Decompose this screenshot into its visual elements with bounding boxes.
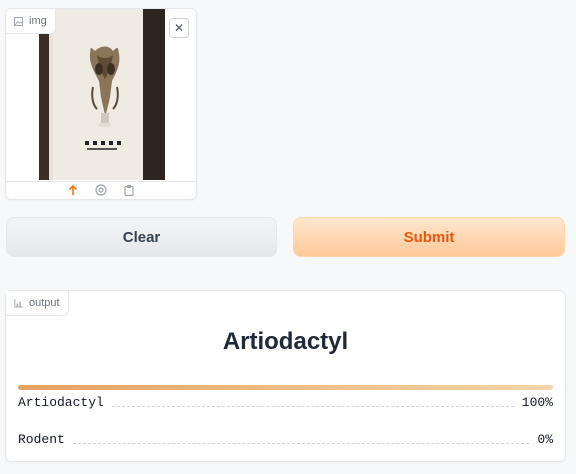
image-icon	[14, 16, 23, 26]
clear-button-label: Clear	[122, 228, 161, 246]
submit-button[interactable]: Submit	[293, 217, 565, 257]
confidence-label: Artiodactyl	[18, 395, 104, 410]
chart-icon	[14, 298, 23, 308]
confidence-row: Artiodactyl 100%	[18, 395, 553, 410]
output-label-tag: output	[6, 291, 69, 316]
confidence-value: 100%	[521, 395, 553, 410]
clear-button[interactable]: Clear	[6, 217, 277, 257]
webcam-icon[interactable]	[95, 184, 107, 196]
image-label-text: img	[29, 15, 47, 27]
leader-dots	[72, 443, 530, 444]
close-icon: ✕	[173, 21, 185, 35]
predicted-label: Artiodactyl	[222, 328, 349, 355]
clipboard-icon[interactable]	[123, 184, 135, 196]
clear-image-button[interactable]: ✕	[169, 18, 189, 38]
image-input-panel: img ✕	[5, 8, 197, 200]
top-confidence-bar-fill	[18, 385, 553, 390]
uploaded-skull-photo	[39, 9, 165, 180]
image-label-tag: img	[6, 9, 56, 34]
confidence-value: 0%	[537, 432, 553, 447]
image-source-toolbar	[6, 181, 196, 199]
upload-icon[interactable]	[67, 184, 79, 196]
submit-button-label: Submit	[403, 228, 455, 246]
output-label-text: output	[29, 297, 60, 309]
leader-dots	[111, 406, 514, 407]
output-label-panel: output Artiodactyl Artiodactyl 100% Rode…	[5, 290, 566, 462]
confidence-row: Rodent 0%	[18, 432, 553, 447]
confidence-label: Rodent	[18, 432, 65, 447]
top-confidence-bar	[18, 385, 553, 390]
